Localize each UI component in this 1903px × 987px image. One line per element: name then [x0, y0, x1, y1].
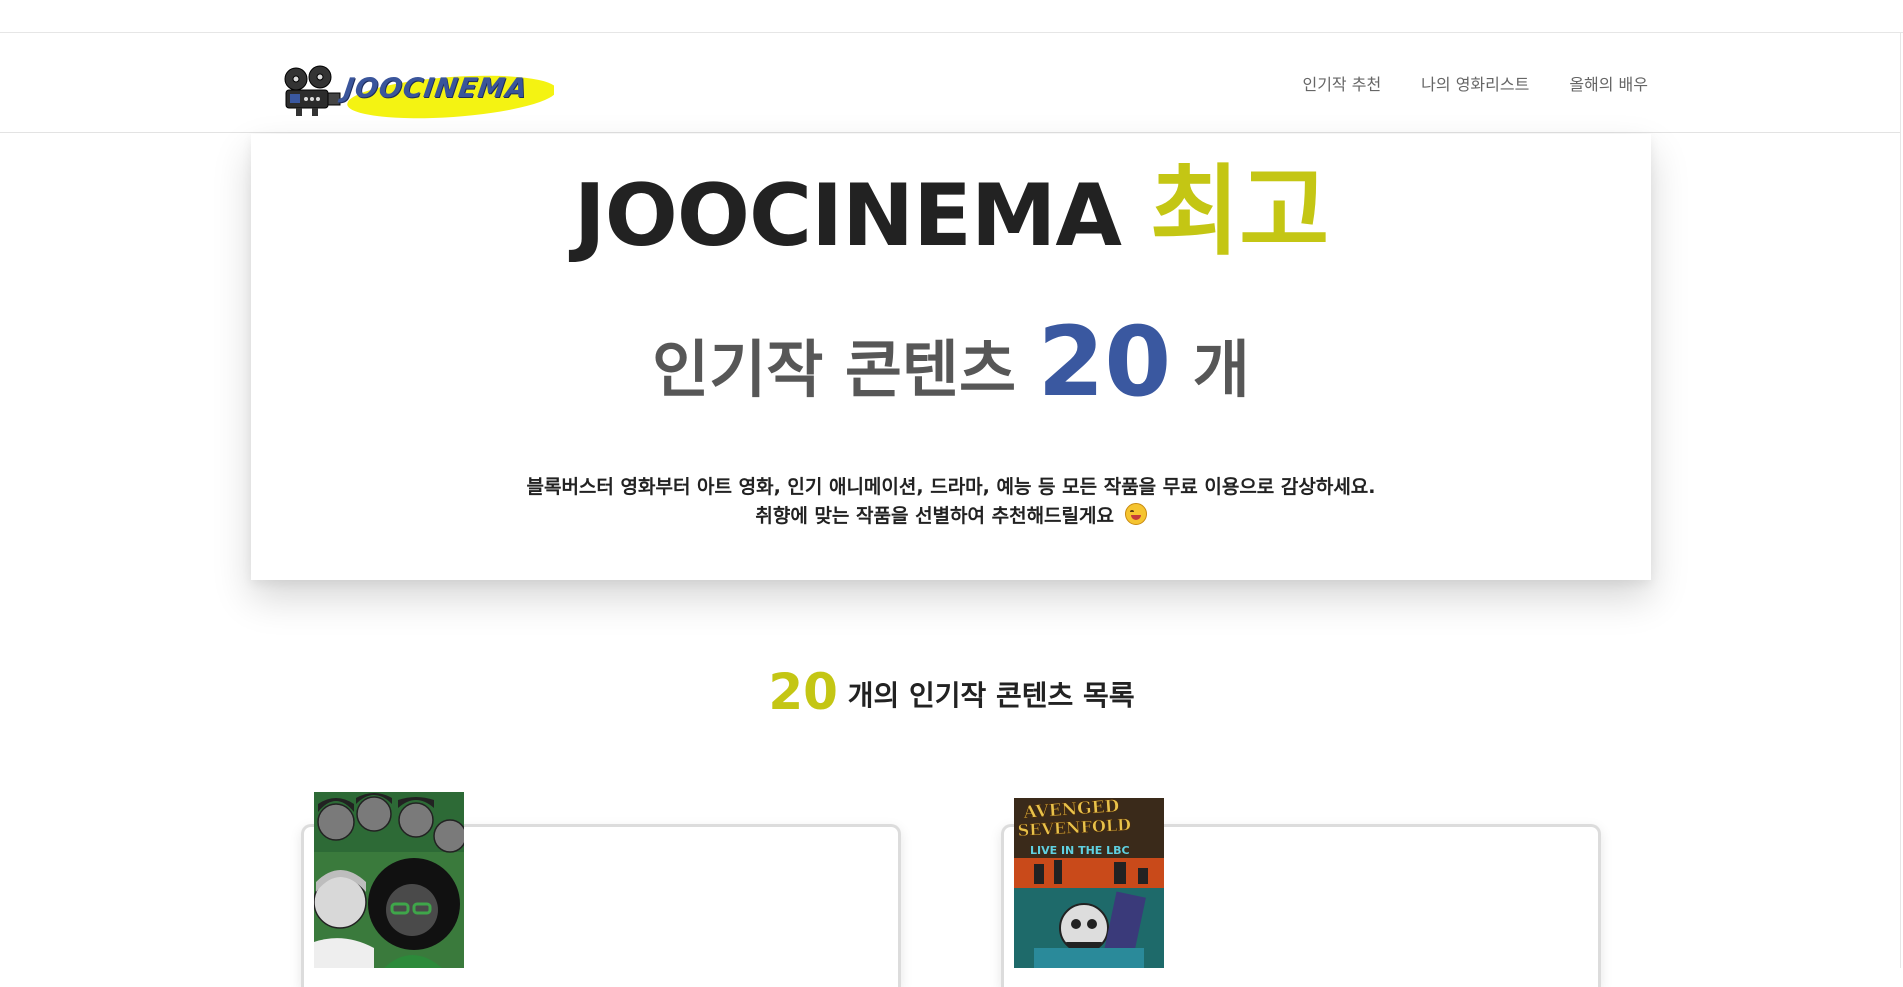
movie-poster-image[interactable] [314, 792, 464, 968]
content-list-title: 20 개의 인기작 콘텐츠 목록 [0, 663, 1903, 721]
nav-item-my-movie-list[interactable]: 나의 영화리스트 [1421, 71, 1529, 95]
page-right-edge [1900, 32, 1901, 968]
hero-desc-line-1: 블록버스터 영화부터 아트 영화, 인기 애니메이션, 드라마, 예능 등 모든… [526, 476, 1376, 498]
hero-description: 블록버스터 영화부터 아트 영화, 인기 애니메이션, 드라마, 예능 등 모든… [251, 473, 1651, 531]
logo-wordmark: JOOCINEMA [341, 73, 530, 104]
content-list-count: 20 [768, 663, 838, 722]
main-nav: 인기작 추천 나의 영화리스트 올해의 배우 [1302, 71, 1648, 95]
site-header: JOOCINEMA 인기작 추천 나의 영화리스트 올해의 배우 [0, 33, 1900, 133]
nav-item-popular[interactable]: 인기작 추천 [1302, 71, 1381, 95]
yummy-face-emoji-icon [1124, 503, 1147, 525]
hero-content-count: 20 [1037, 306, 1172, 418]
top-strip [0, 0, 1903, 33]
nav-item-actor-of-year[interactable]: 올해의 배우 [1569, 71, 1648, 95]
hero-subtitle: 인기작 콘텐츠 20 개 [251, 312, 1651, 420]
hero-sub-suffix: 개 [1192, 333, 1250, 406]
content-list-title-text: 개의 인기작 콘텐츠 목록 [847, 679, 1135, 713]
site-logo[interactable]: JOOCINEMA [282, 63, 554, 123]
hero-sub-prefix: 인기작 콘텐츠 [652, 333, 1016, 406]
movie-poster-image[interactable]: AVENGED SEVENFOLD LIVE IN THE LBC [1014, 798, 1164, 968]
hero-title-accent: 최고 [1149, 155, 1329, 269]
hero-desc-line-2: 취향에 맞는 작품을 선별하여 추천해드릴게요 [755, 505, 1114, 527]
hero-desc-line-2-wrap: 취향에 맞는 작품을 선별하여 추천해드릴게요 [251, 502, 1651, 531]
hero-banner: JOOCINEMA 최고 인기작 콘텐츠 20 개 블록버스터 영화부터 아트 … [251, 134, 1651, 580]
hero-title: JOOCINEMA 최고 [251, 162, 1651, 266]
poster-title-line-3: LIVE IN THE LBC [1030, 844, 1130, 857]
hero-title-main: JOOCINEMA [573, 166, 1122, 266]
